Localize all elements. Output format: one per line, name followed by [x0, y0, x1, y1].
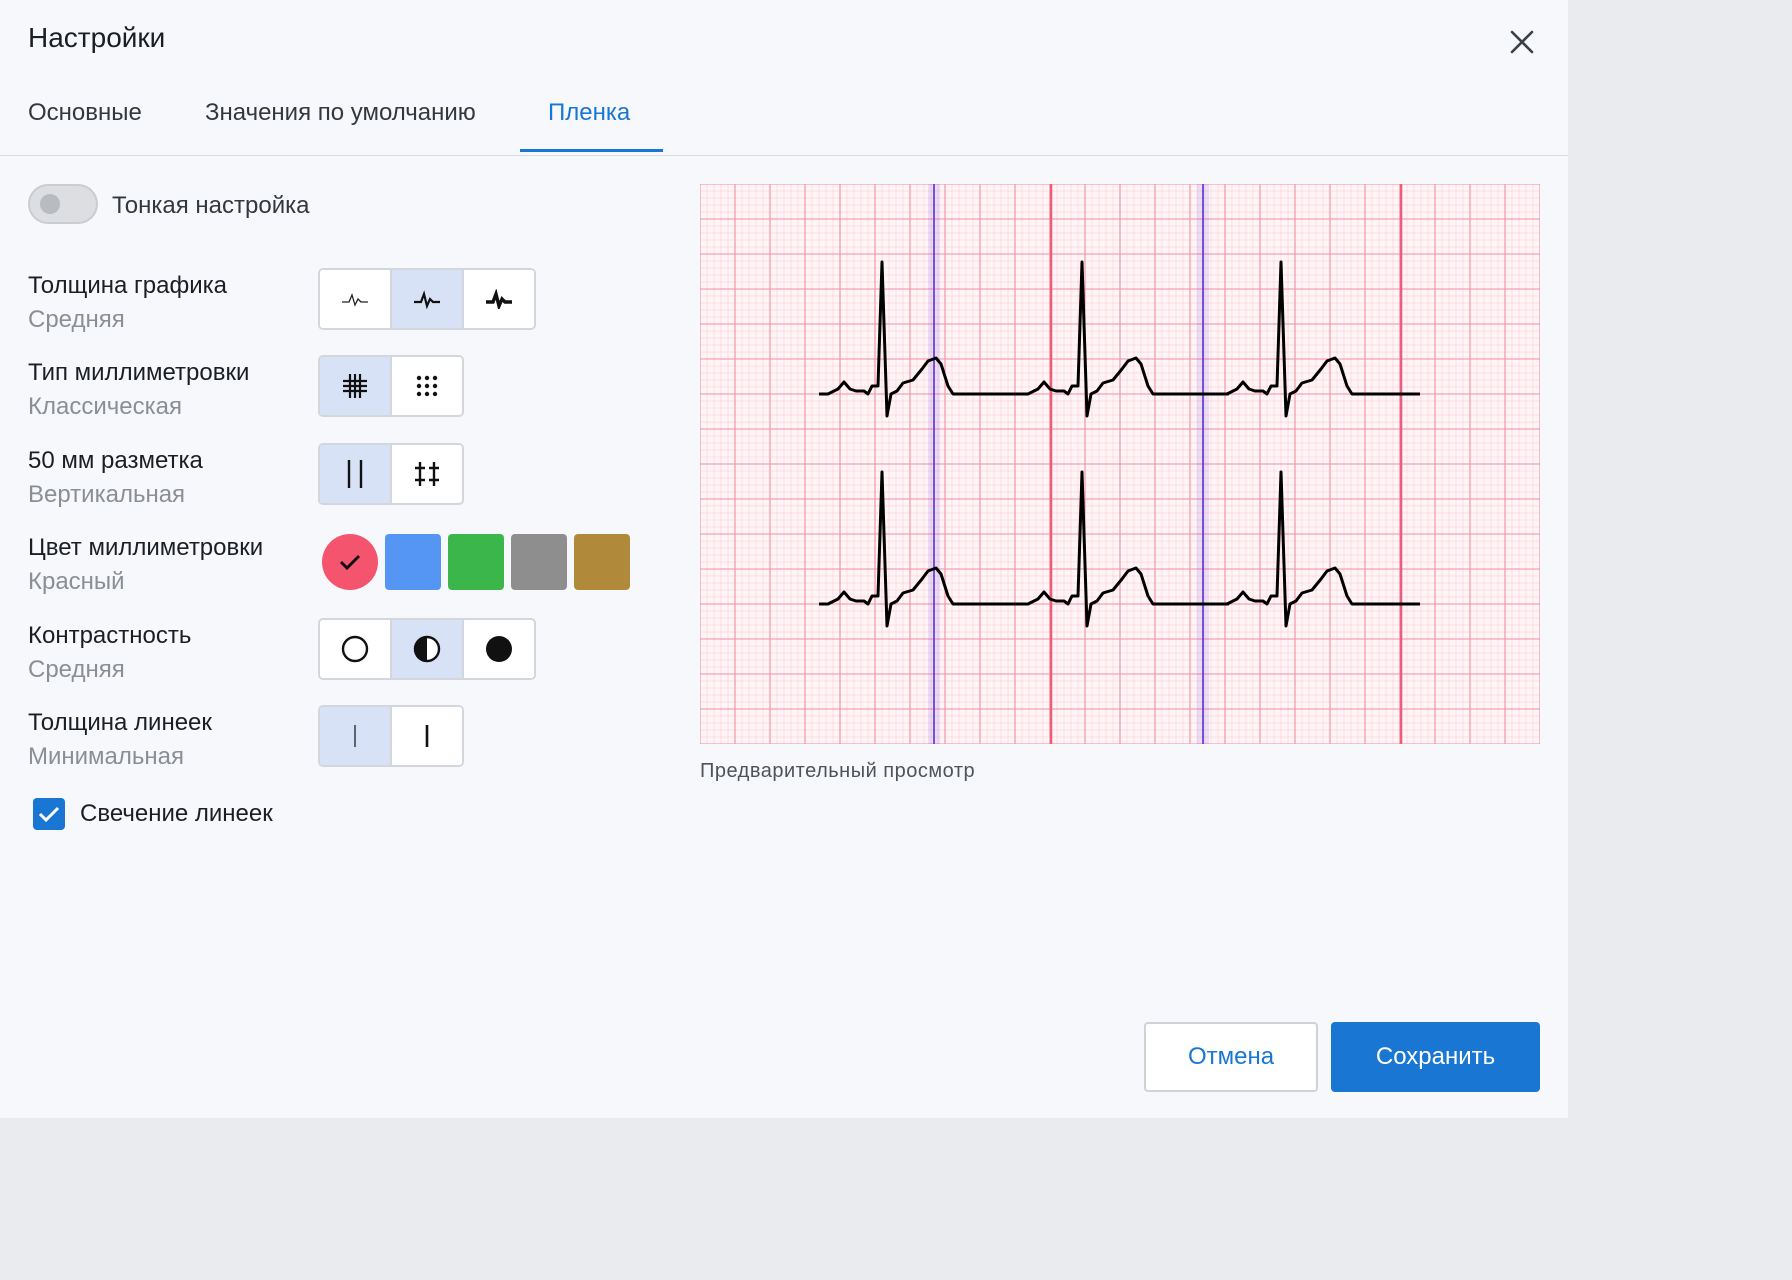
thick-ruler-icon[interactable] [392, 707, 462, 765]
tab-defaults[interactable]: Значения по умолчанию [177, 82, 504, 152]
check-icon [339, 554, 361, 571]
circle-empty-icon[interactable] [320, 620, 392, 678]
swatch-gray[interactable] [511, 534, 567, 590]
setting-label: Цвет миллиметровки [28, 534, 264, 561]
circle-half-icon[interactable] [392, 620, 464, 678]
setting-50mm-markup: 50 мм разметка Вертикальная [28, 447, 203, 509]
setting-value: Средняя [28, 306, 125, 333]
fine-tune-label: Тонкая настройка [112, 192, 310, 219]
check-icon [38, 806, 60, 823]
ruler-glow-label: Свечение линеек [80, 800, 273, 827]
setting-line-thickness: Толщина графика Средняя [28, 272, 227, 334]
close-icon[interactable] [1504, 24, 1540, 60]
grid-icon[interactable] [320, 357, 392, 415]
setting-label: Толщина графика [28, 272, 228, 299]
preview-caption: Предварительный просмотр [700, 760, 976, 782]
setting-ruler-thickness: Толщина линеек Минимальная [28, 709, 212, 771]
setting-label: Контрастность [28, 622, 192, 649]
save-button[interactable]: Сохранить [1331, 1022, 1540, 1092]
crosses-icon[interactable] [392, 445, 462, 503]
grid-type-selector [318, 355, 464, 417]
setting-label: Тип миллиметровки [28, 359, 250, 386]
setting-value: Классическая [28, 393, 182, 420]
line-thickness-selector [318, 268, 536, 330]
ecg-preview [700, 184, 1540, 744]
settings-dialog: Настройки Основные Значения по умолчанию… [0, 0, 1568, 1118]
thin-line-icon[interactable] [320, 270, 392, 328]
medium-line-icon[interactable] [392, 270, 464, 328]
swatch-red[interactable] [322, 534, 378, 590]
ruler-thickness-selector [318, 705, 464, 767]
circle-filled-icon[interactable] [464, 620, 534, 678]
toggle-knob [40, 194, 60, 214]
thick-line-icon[interactable] [464, 270, 534, 328]
tab-basic[interactable]: Основные [0, 82, 170, 152]
setting-contrast: Контрастность Средняя [28, 622, 191, 684]
vertical-lines-icon[interactable] [320, 445, 392, 503]
swatch-gold[interactable] [574, 534, 630, 590]
setting-grid-color: Цвет миллиметровки Красный [28, 534, 263, 596]
dots-icon[interactable] [392, 357, 462, 415]
ruler-glow-checkbox[interactable] [33, 798, 65, 830]
markup-50mm-selector [318, 443, 464, 505]
contrast-selector [318, 618, 536, 680]
dialog-title: Настройки [28, 22, 166, 53]
swatch-green[interactable] [448, 534, 504, 590]
swatch-blue[interactable] [385, 534, 441, 590]
cancel-button[interactable]: Отмена [1144, 1022, 1318, 1092]
setting-label: 50 мм разметка [28, 447, 203, 474]
setting-grid-type: Тип миллиметровки Классическая [28, 359, 249, 421]
grid-color-swatches [322, 534, 630, 590]
setting-label: Толщина линеек [28, 709, 212, 736]
fine-tune-toggle[interactable] [28, 184, 98, 224]
setting-value: Красный [28, 568, 125, 595]
tab-film[interactable]: Пленка [520, 82, 663, 152]
thin-ruler-icon[interactable] [320, 707, 392, 765]
setting-value: Средняя [28, 656, 125, 683]
setting-value: Вертикальная [28, 481, 186, 508]
tab-bar: Основные Значения по умолчанию Пленка [0, 82, 1568, 156]
setting-value: Минимальная [28, 743, 185, 770]
